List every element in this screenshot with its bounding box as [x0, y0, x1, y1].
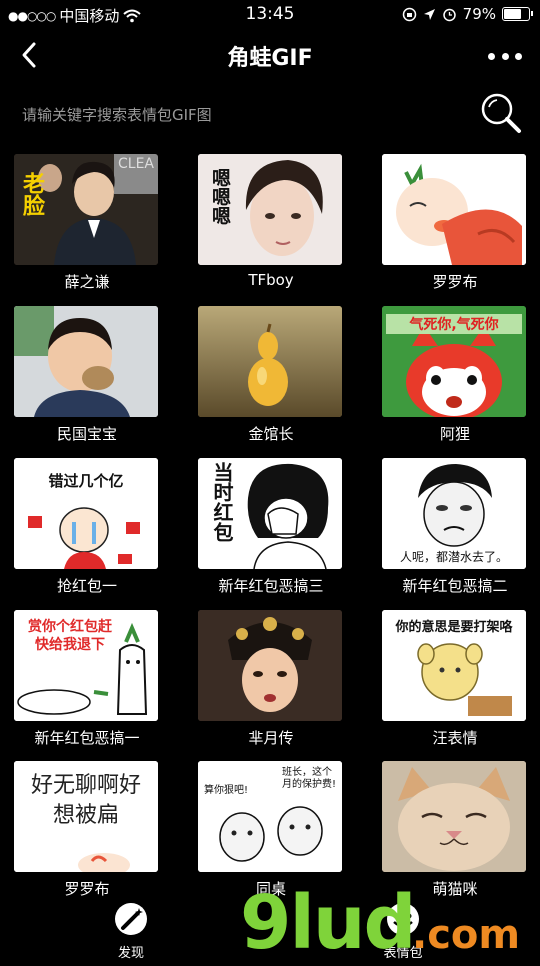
- sticker-item[interactable]: 嗯嗯嗯 TFboy: [198, 154, 344, 289]
- sticker-thumbnail: [382, 154, 526, 265]
- sticker-item[interactable]: 赏你个红包赶快给我退下 新年红包恶搞一: [14, 610, 160, 748]
- sticker-thumbnail: 气死你,气死你: [382, 306, 526, 417]
- overlay-text: CLEA: [118, 156, 154, 172]
- tab-label: 发现: [117, 946, 144, 961]
- sticker-thumbnail: 人呢，都潜水去了。: [382, 458, 526, 569]
- more-button[interactable]: [488, 42, 522, 70]
- tab-stickers[interactable]: 表情包: [368, 902, 438, 961]
- rotation-lock-icon: [402, 7, 416, 21]
- sticker-caption: 罗罗布: [64, 880, 110, 898]
- sticker-item[interactable]: 算你狠吧! 班长，这个月的保护费! 同桌: [198, 761, 344, 899]
- sticker-caption: 阿狸: [439, 425, 470, 443]
- sticker-caption: 芈月传: [248, 729, 294, 747]
- sticker-thumbnail: [198, 610, 342, 721]
- sticker-thumbnail: 错过几个亿: [14, 458, 158, 569]
- magic-wand-icon: [115, 903, 147, 935]
- sticker-caption: 新年红包恶搞三: [218, 577, 324, 595]
- overlay-text: 好无聊啊好想被扁: [30, 773, 141, 828]
- gourd-scene: [198, 306, 342, 417]
- sticker-caption: 抢红包一: [56, 577, 117, 595]
- cat-photo: [382, 761, 526, 872]
- sticker-item[interactable]: 芈月传: [198, 610, 344, 748]
- overlay-text: 赏你个红包赶快给我退下: [28, 619, 112, 653]
- search-button[interactable]: [478, 90, 524, 136]
- tab-label: 表情包: [383, 946, 423, 961]
- sticker-item[interactable]: 罗罗布: [382, 154, 528, 292]
- overlay-text: 当时红包: [210, 462, 234, 542]
- sticker-caption: TFboy: [248, 271, 294, 289]
- sticker-thumbnail: 老脸 CLEA: [14, 154, 158, 265]
- back-button[interactable]: [14, 38, 50, 74]
- sticker-caption: 罗罗布: [432, 273, 478, 291]
- sticker-thumbnail: 赏你个红包赶快给我退下: [14, 610, 158, 721]
- sticker-caption: 新年红包恶搞一: [34, 729, 140, 747]
- more-dot-icon: [488, 52, 495, 60]
- search-row: [0, 86, 540, 142]
- sticker-item[interactable]: 人呢，都潜水去了。 新年红包恶搞二: [382, 458, 528, 596]
- sticker-item[interactable]: 错过几个亿 抢红包一: [14, 458, 160, 596]
- overlay-text: 算你狠吧!: [204, 785, 249, 796]
- status-bar: ●●○○○ 中国移动 13:45 79%: [0, 0, 540, 28]
- location-icon: [423, 8, 435, 20]
- sticker-thumbnail: 好无聊啊好想被扁: [14, 761, 158, 872]
- sticker-caption: 金馆长: [248, 425, 294, 443]
- status-right: 79%: [402, 5, 533, 23]
- battery-icon: [502, 7, 533, 21]
- sticker-caption: 汪表情: [432, 729, 478, 747]
- sticker-thumbnail: [382, 761, 526, 872]
- more-dot-icon: [515, 52, 522, 60]
- chevron-left-icon: [22, 42, 36, 68]
- overlay-text: 嗯嗯嗯: [209, 168, 231, 225]
- more-dot-icon: [501, 52, 509, 60]
- page-title: 角蛙GIF: [227, 46, 313, 71]
- tab-discover[interactable]: 发现: [96, 902, 166, 961]
- sticker-item[interactable]: 民国宝宝: [14, 306, 160, 444]
- sticker-caption: 薛之谦: [64, 273, 110, 291]
- overlay-text: 班长，这个月的保护费!: [282, 767, 337, 790]
- overlay-text: 你的意思是要打架咯: [395, 620, 513, 635]
- smiley-icon: [387, 903, 419, 935]
- sticker-thumbnail: 嗯嗯嗯: [198, 154, 342, 265]
- overlay-text: 错过几个亿: [48, 472, 124, 490]
- sticker-thumbnail: [198, 306, 342, 417]
- sticker-caption: 萌猫咪: [432, 880, 478, 898]
- battery-fill: [504, 9, 522, 19]
- sticker-item[interactable]: 你的意思是要打架咯 汪表情: [382, 610, 528, 748]
- sticker-caption: 民国宝宝: [56, 425, 117, 443]
- bottom-tab-bar: 发现 表情包: [0, 900, 540, 961]
- sticker-item[interactable]: 萌猫咪: [382, 761, 528, 899]
- sticker-item[interactable]: 老脸 CLEA 薛之谦: [14, 154, 160, 292]
- sticker-thumbnail: 当时红包: [198, 458, 342, 569]
- sticker-item[interactable]: 金馆长: [198, 306, 344, 444]
- search-input[interactable]: [20, 100, 444, 130]
- nav-bar: 角蛙GIF: [0, 28, 540, 84]
- drama-still-photo: [198, 610, 342, 721]
- sticker-thumbnail: [14, 306, 158, 417]
- sticker-caption: 同桌: [255, 880, 286, 898]
- sticker-item[interactable]: 当时红包 新年红包恶搞三: [198, 458, 344, 596]
- child-photo: [14, 306, 158, 417]
- overlay-text: 人呢，都潜水去了。: [399, 550, 508, 564]
- cartoon-chick-illustration: [382, 154, 526, 265]
- battery-percent: 79%: [462, 5, 496, 23]
- overlay-text: 气死你,气死你: [386, 314, 522, 334]
- sticker-item[interactable]: 气死你,气死你 阿狸: [382, 306, 528, 444]
- sticker-thumbnail: 你的意思是要打架咯: [382, 610, 526, 721]
- sticker-thumbnail: 算你狠吧! 班长，这个月的保护费!: [198, 761, 342, 872]
- sticker-caption: 新年红包恶搞二: [402, 577, 508, 595]
- search-icon: [481, 93, 521, 133]
- sticker-item[interactable]: 好无聊啊好想被扁 罗罗布: [14, 761, 160, 899]
- overlay-text: 老脸: [19, 172, 44, 216]
- alarm-icon: [442, 8, 456, 21]
